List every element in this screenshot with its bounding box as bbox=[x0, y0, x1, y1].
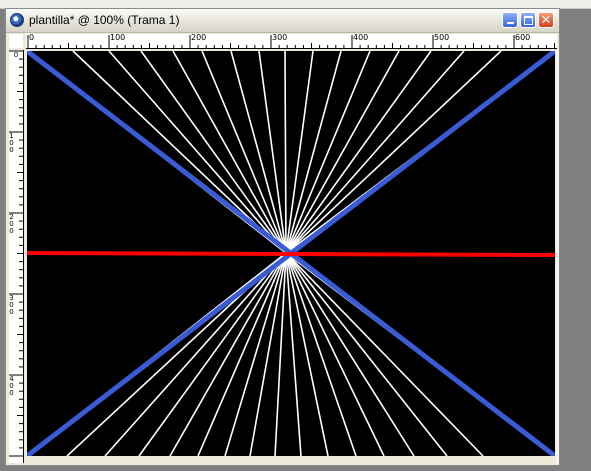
ruler-label-x-400: 400 bbox=[353, 33, 369, 42]
ruler-label-y-100: 100 bbox=[9, 132, 14, 154]
horizontal-ruler-ticks bbox=[27, 35, 555, 49]
ruler-label-x-300: 300 bbox=[272, 33, 288, 42]
ruler-label-y-300: 300 bbox=[9, 294, 14, 316]
ruler-label-y-200: 200 bbox=[9, 213, 14, 235]
perspective-line bbox=[108, 51, 287, 254]
perspective-line bbox=[172, 51, 287, 254]
ruler-label-x-0: 0 bbox=[29, 33, 35, 42]
horizon-red-line bbox=[27, 251, 555, 257]
minimize-button[interactable] bbox=[502, 12, 518, 28]
perspective-line bbox=[285, 51, 432, 254]
window-title: plantilla* @ 100% (Trama 1) bbox=[29, 13, 180, 27]
maximize-icon bbox=[523, 15, 533, 25]
perspective-line bbox=[104, 252, 287, 456]
ruler-label-y-0: 0 bbox=[13, 51, 19, 59]
perspective-line bbox=[285, 51, 502, 254]
perspective-line bbox=[197, 252, 287, 456]
horizontal-ruler[interactable]: 0 100 200 300 400 500 600 bbox=[26, 34, 557, 49]
desktop-strip bbox=[0, 0, 591, 8]
paintshop-app-icon[interactable] bbox=[10, 13, 24, 27]
vertical-ruler-ticks bbox=[9, 50, 23, 457]
perspective-line bbox=[285, 252, 415, 456]
maximize-button[interactable] bbox=[520, 12, 536, 28]
ruler-label-x-600: 600 bbox=[515, 33, 531, 42]
perspective-line bbox=[285, 51, 314, 254]
ruler-corner bbox=[9, 34, 23, 48]
ruler-label-y-400: 400 bbox=[9, 375, 14, 397]
close-button[interactable]: ✕ bbox=[538, 12, 554, 28]
vertical-scroll-edge[interactable] bbox=[556, 50, 559, 463]
ruler-label-x-500: 500 bbox=[434, 33, 450, 42]
close-icon: ✕ bbox=[540, 12, 552, 28]
image-window[interactable]: plantilla* @ 100% (Trama 1) ✕ 0 100 200 … bbox=[5, 8, 560, 466]
title-bar[interactable]: plantilla* @ 100% (Trama 1) ✕ bbox=[6, 9, 559, 33]
perspective-line bbox=[285, 252, 484, 456]
perspective-line bbox=[285, 51, 400, 254]
ruler-label-x-200: 200 bbox=[191, 33, 207, 42]
perspective-line bbox=[258, 51, 287, 254]
image-canvas[interactable] bbox=[27, 51, 555, 456]
minimize-icon bbox=[506, 22, 514, 24]
perspective-line bbox=[284, 51, 287, 254]
perspective-line bbox=[285, 252, 385, 456]
ruler-label-x-100: 100 bbox=[110, 33, 126, 42]
vertical-ruler[interactable]: 0 100 200 300 400 bbox=[9, 50, 24, 463]
perspective-grid bbox=[27, 51, 555, 456]
perspective-line bbox=[285, 252, 302, 456]
perspective-line bbox=[201, 51, 287, 254]
